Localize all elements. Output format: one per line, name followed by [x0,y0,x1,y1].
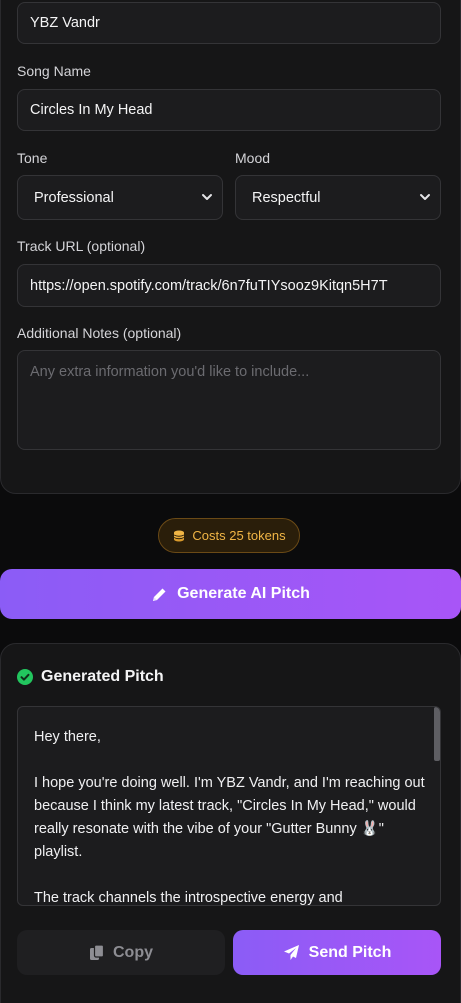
pitch-body: Hey there, I hope you're doing well. I'm… [34,726,426,906]
track-url-label: Track URL (optional) [17,238,146,254]
tone-selected-value: Professional [34,189,114,206]
check-circle-icon [17,669,33,685]
generate-ai-pitch-label: Generate AI Pitch [177,585,310,602]
pencil-icon [153,588,166,601]
pitch-paragraph: The track channels the introspective ene… [34,890,343,906]
token-cost-label: Costs 25 tokens [192,528,286,543]
mood-select[interactable]: Respectful [235,175,441,220]
send-pitch-button[interactable]: Send Pitch [233,930,441,975]
additional-notes-placeholder: Any extra information you'd like to incl… [30,364,310,380]
copy-button[interactable]: Copy [17,930,225,975]
track-url-input[interactable]: https://open.spotify.com/track/6n7fuTIYs… [17,264,441,307]
additional-notes-label: Additional Notes (optional) [17,325,182,341]
mood-label: Mood [235,150,271,166]
copy-icon [90,944,105,960]
generated-pitch-header: Generated Pitch [17,666,164,688]
pitch-paragraph: Hey there, [34,729,101,745]
song-name-input[interactable]: Circles In My Head [17,89,441,131]
additional-notes-textarea[interactable]: Any extra information you'd like to incl… [17,350,441,450]
chevron-down-icon [420,194,430,200]
mood-selected-value: Respectful [252,189,321,206]
token-cost-badge: Costs 25 tokens [158,518,300,553]
pitch-paragraph: I hope you're doing well. I'm YBZ Vandr,… [34,775,425,860]
song-name-label: Song Name [17,63,91,79]
tone-label: Tone [17,150,48,166]
chevron-down-icon [202,194,212,200]
send-pitch-label: Send Pitch [308,943,392,961]
generated-pitch-textarea[interactable]: Hey there, I hope you're doing well. I'm… [17,706,441,906]
song-name-value: Circles In My Head [30,102,153,118]
artist-name-value: YBZ Vandr [30,15,100,31]
coins-icon [174,530,185,541]
tone-select[interactable]: Professional [17,175,223,220]
generated-pitch-title: Generated Pitch [41,668,164,685]
paper-plane-icon [283,945,299,960]
track-url-value: https://open.spotify.com/track/6n7fuTIYs… [30,277,388,294]
artist-name-input[interactable]: YBZ Vandr [17,2,441,44]
pitch-scrollbar[interactable] [434,707,440,761]
copy-label: Copy [113,943,153,961]
generate-ai-pitch-button[interactable]: Generate AI Pitch [0,569,461,619]
